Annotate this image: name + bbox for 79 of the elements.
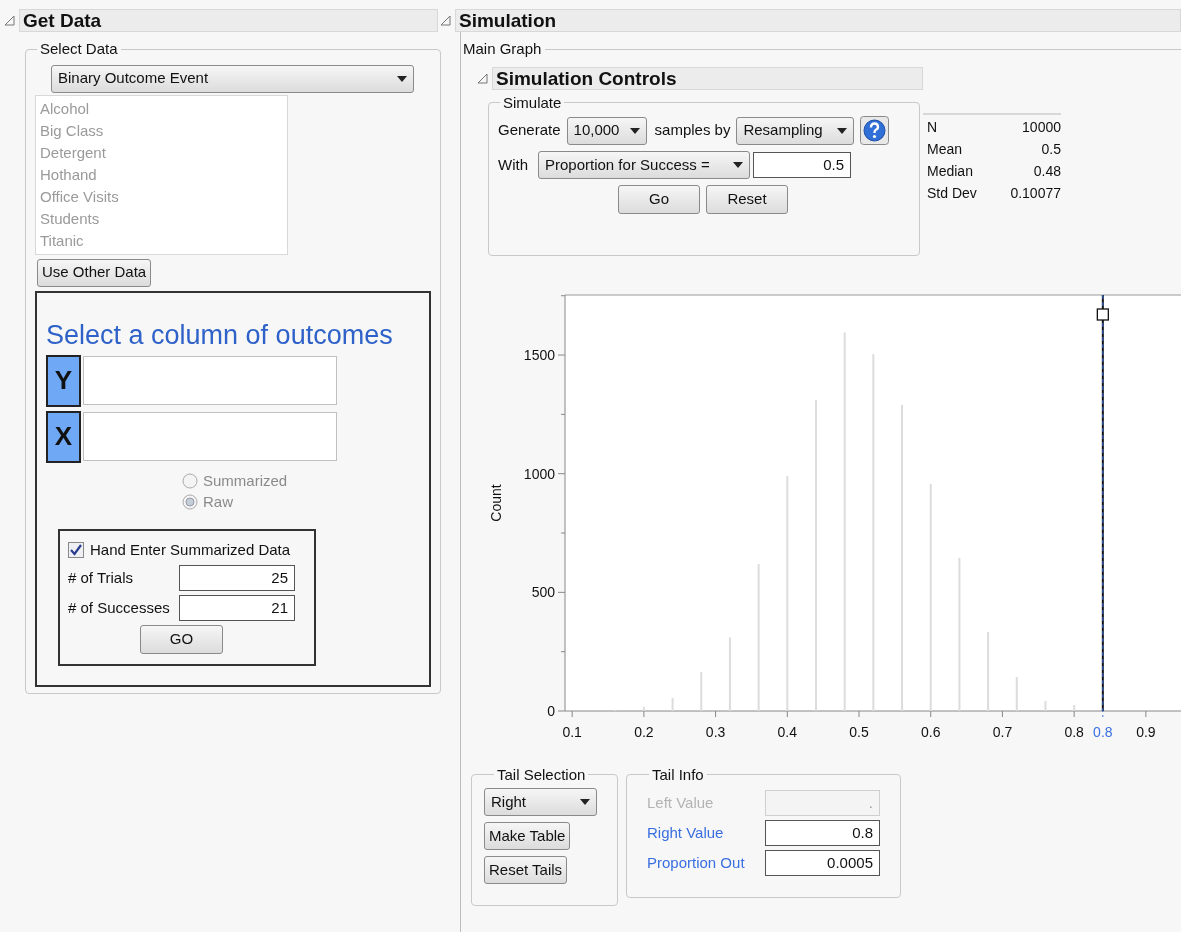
group-label: Main Graph xyxy=(462,39,543,59)
stat-value: 0.10077 xyxy=(1010,183,1061,203)
bar xyxy=(671,697,674,711)
field-label: Proportion Out xyxy=(647,852,745,873)
section-header[interactable]: Simulation xyxy=(455,9,1181,32)
input-field[interactable]: 25 xyxy=(179,565,295,591)
button[interactable]: GO xyxy=(140,625,223,654)
button[interactable]: Make Table xyxy=(484,822,571,850)
group-label: Tail Selection xyxy=(496,764,587,785)
caret-icon xyxy=(397,75,407,82)
button[interactable]: Reset xyxy=(706,185,788,214)
role-button[interactable]: X xyxy=(46,410,81,463)
input-field[interactable]: 0.0005 xyxy=(765,850,880,876)
disclosure-icon[interactable] xyxy=(440,15,451,26)
stat-label: Std Dev xyxy=(927,183,977,203)
bar xyxy=(1044,700,1047,711)
radio-label: Raw xyxy=(203,491,233,512)
input-field[interactable]: 0.8 xyxy=(765,820,880,846)
dropdown[interactable]: Right xyxy=(484,788,597,816)
disclosure-icon[interactable] xyxy=(477,72,488,84)
tick-label: 0.8 xyxy=(1064,723,1084,740)
bar xyxy=(642,706,645,711)
stat-label: Mean xyxy=(927,139,963,159)
radio-label: Summarized xyxy=(203,470,288,491)
disclosure-icon[interactable] xyxy=(4,15,15,26)
tick-label: 500 xyxy=(531,583,555,600)
role-button[interactable]: Y xyxy=(46,354,81,407)
field-label: Generate xyxy=(498,120,561,141)
stat-label: N xyxy=(927,117,938,137)
tick-label: 1500 xyxy=(523,346,555,363)
stat-value: 0.5 xyxy=(1041,139,1061,159)
help-icon[interactable] xyxy=(860,116,890,145)
field-label: samples by xyxy=(654,120,731,141)
group-label: Tail Info xyxy=(651,764,705,785)
stat-value: 0.48 xyxy=(1033,161,1061,181)
field-label: Right Value xyxy=(647,822,724,843)
tick-label: 0 xyxy=(547,702,555,719)
tick-label: 0.9 xyxy=(1136,723,1156,740)
dropdown[interactable]: Proportion for Success = xyxy=(538,151,750,179)
field-label: # of Trials xyxy=(68,567,135,588)
bar xyxy=(1015,676,1018,711)
heading: Select a column of outcomes xyxy=(46,318,394,351)
field-label: With xyxy=(498,154,528,175)
group-label: Simulate xyxy=(502,92,563,113)
input-field[interactable]: 21 xyxy=(179,595,295,621)
tick-label: 0.5 xyxy=(849,723,869,740)
tick-label: 0.7 xyxy=(992,723,1013,740)
checkbox[interactable] xyxy=(68,541,84,558)
button[interactable]: Use Other Data xyxy=(37,258,152,287)
dropdown[interactable]: Binary Outcome Event xyxy=(51,64,414,93)
caret-icon xyxy=(733,162,743,168)
tick-label: 1000 xyxy=(523,465,555,482)
input-field[interactable] xyxy=(83,412,337,461)
section-header[interactable]: Simulation Controls xyxy=(492,66,923,90)
caret-icon xyxy=(629,127,640,134)
dropdown[interactable]: Resampling xyxy=(736,116,855,145)
tick-label: 0.4 xyxy=(777,723,798,740)
bar xyxy=(1073,704,1076,711)
tick-label: 0.8 xyxy=(1093,723,1113,740)
caret-icon xyxy=(580,799,590,805)
field-label: Left Value xyxy=(647,792,714,813)
tick-label: 0.3 xyxy=(705,723,726,740)
caret-icon xyxy=(837,127,848,134)
bar xyxy=(700,671,703,711)
input-field[interactable] xyxy=(83,356,337,405)
button[interactable]: Go xyxy=(618,185,700,214)
checkbox-label: Hand Enter Summarized Data xyxy=(90,539,291,560)
button[interactable]: Reset Tails xyxy=(484,856,568,884)
stat-label: Median xyxy=(927,161,973,181)
input-field[interactable]: 0.5 xyxy=(753,152,851,178)
dropdown[interactable]: 10,000 xyxy=(566,116,647,145)
group-label: Select Data xyxy=(39,39,119,59)
stat-value: 10000 xyxy=(1022,117,1061,137)
tick-label: 0.1 xyxy=(562,723,582,740)
tick-label: 0.2 xyxy=(634,723,654,740)
axis-title: Count xyxy=(488,483,504,522)
field-label: # of Successes xyxy=(68,597,171,618)
section-header[interactable]: Get Data xyxy=(19,9,438,32)
tick-label: 0.6 xyxy=(921,723,941,740)
